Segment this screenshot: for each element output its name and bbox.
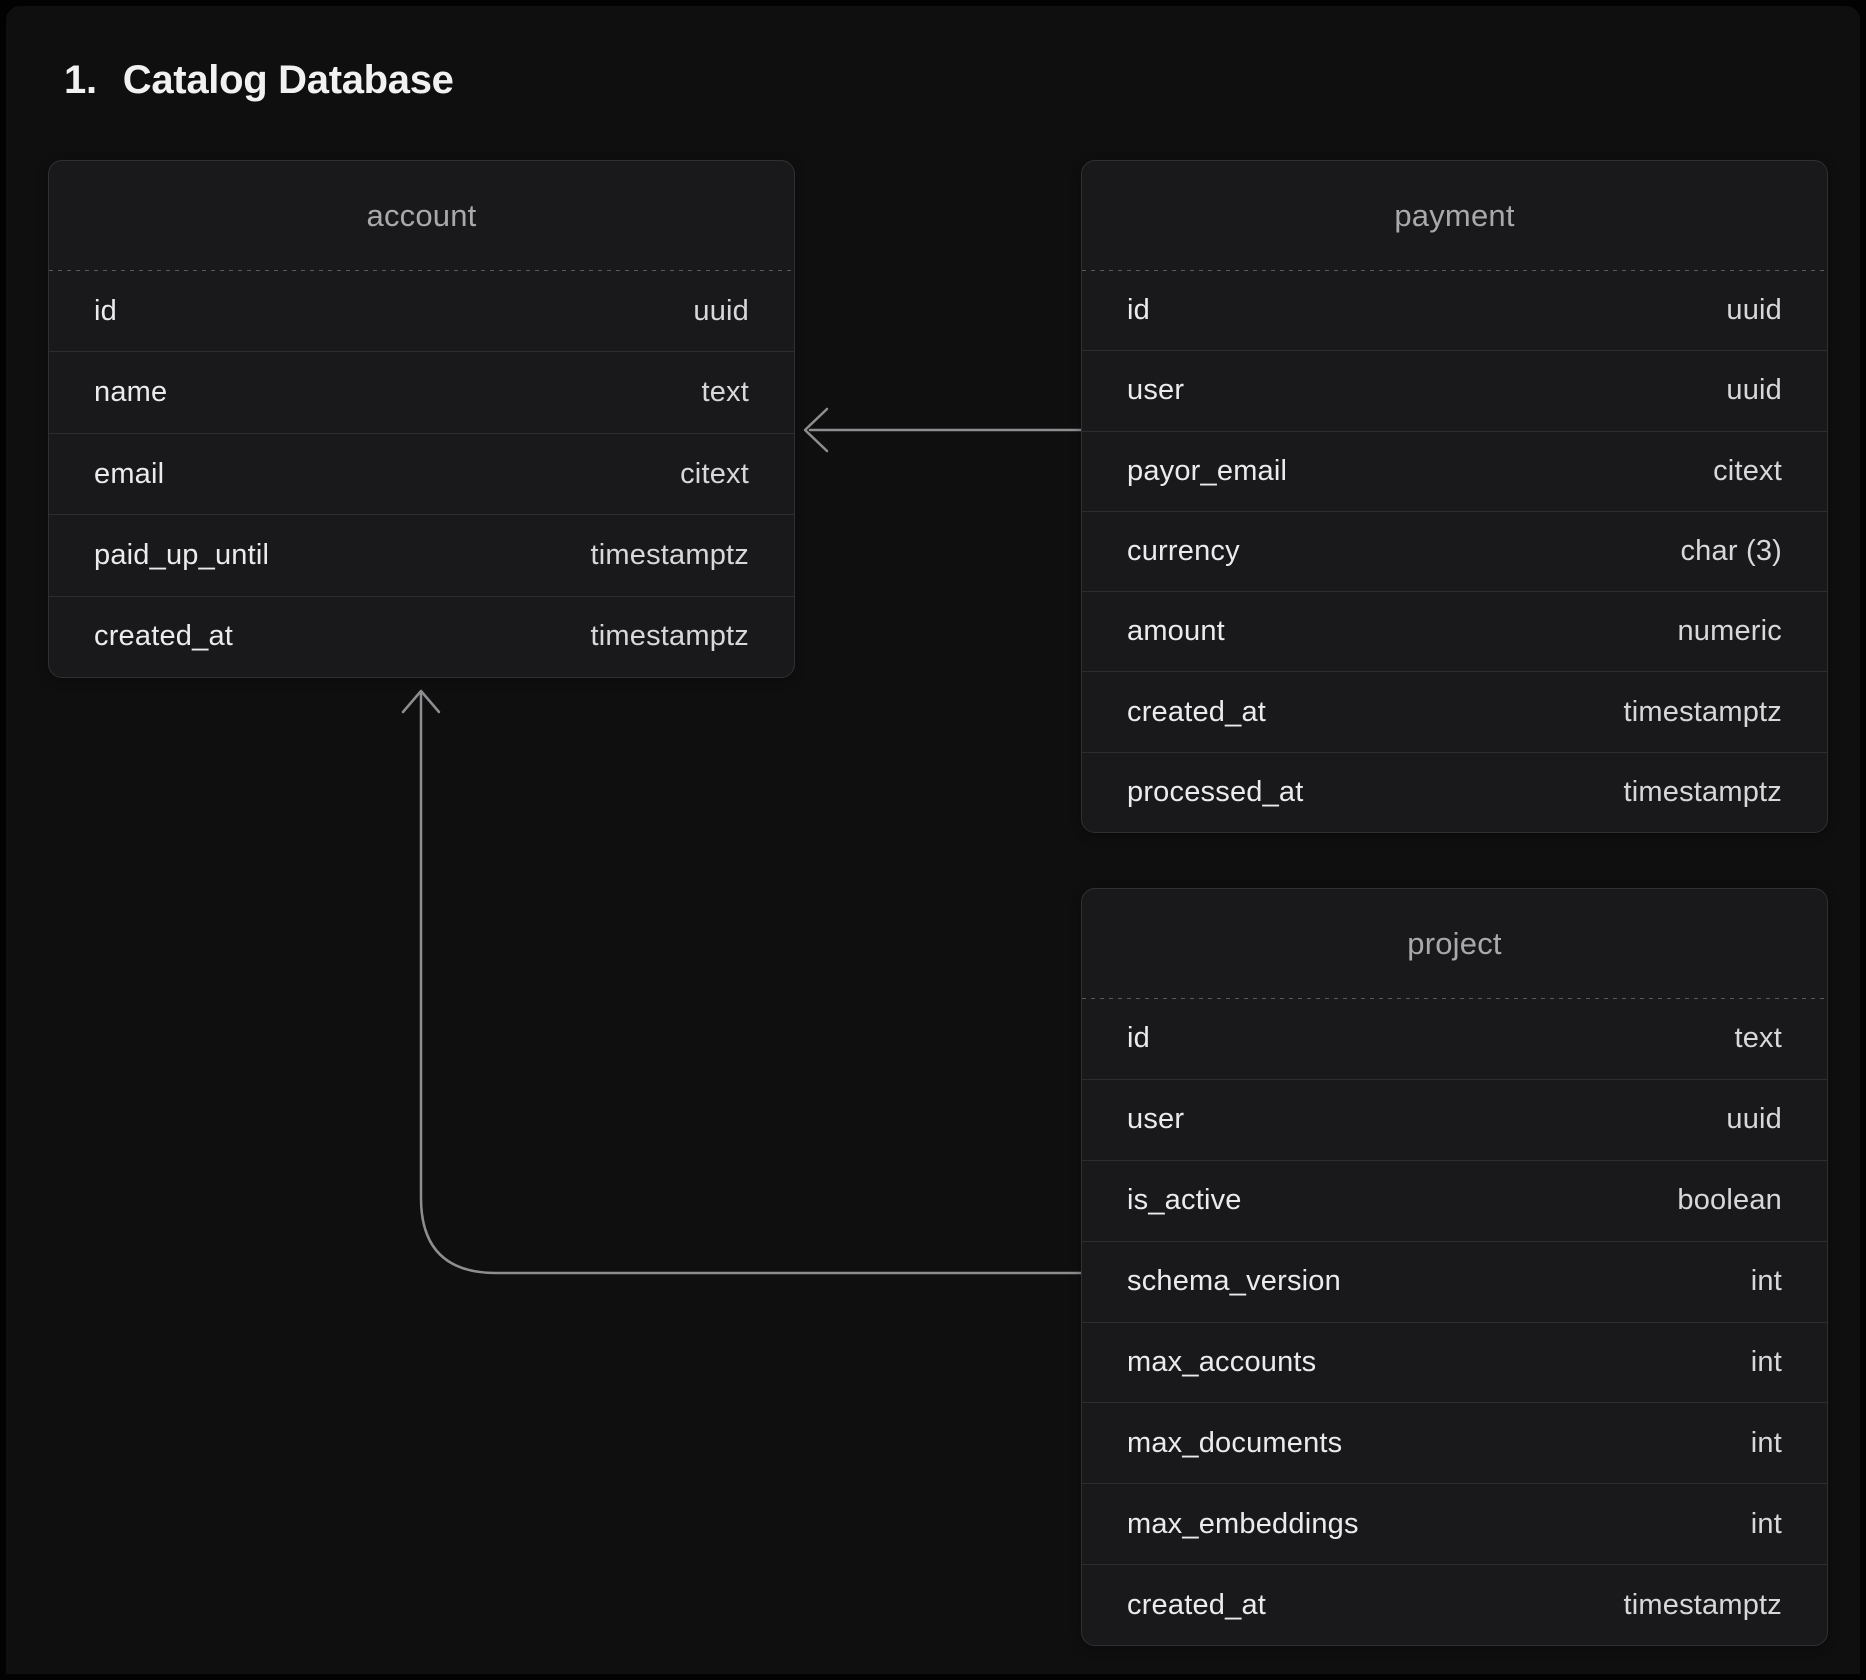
field-name: max_documents (1127, 1427, 1342, 1460)
field-name: max_accounts (1127, 1346, 1316, 1379)
field-type: boolean (1677, 1184, 1782, 1217)
table-row: is_active boolean (1082, 1160, 1827, 1241)
table-row: created_at timestamptz (1082, 1564, 1827, 1645)
field-name: id (1127, 1022, 1150, 1055)
table-row: user uuid (1082, 350, 1827, 430)
table-row: user uuid (1082, 1079, 1827, 1160)
table-row: payor_email citext (1082, 431, 1827, 511)
page-title-number: 1. (64, 56, 97, 104)
field-name: paid_up_until (94, 539, 269, 572)
field-type: timestamptz (1623, 1589, 1782, 1622)
field-name: payor_email (1127, 455, 1287, 488)
field-name: is_active (1127, 1184, 1242, 1217)
table-row: email citext (49, 433, 794, 514)
table-row: max_embeddings int (1082, 1483, 1827, 1564)
field-type: timestamptz (1623, 776, 1782, 809)
field-name: created_at (1127, 696, 1266, 729)
table-row: id text (1082, 999, 1827, 1079)
table-title: project (1082, 889, 1827, 999)
table-node-payment[interactable]: payment id uuid user uuid payor_email ci… (1081, 160, 1828, 833)
field-type: citext (680, 458, 749, 491)
field-type: int (1751, 1508, 1782, 1541)
arrowhead-up-icon (403, 691, 439, 712)
field-type: char (3) (1680, 535, 1782, 568)
table-row: currency char (3) (1082, 511, 1827, 591)
field-type: int (1751, 1346, 1782, 1379)
table-row: max_documents int (1082, 1402, 1827, 1483)
field-name: amount (1127, 615, 1225, 648)
table-rows: id uuid name text email citext paid_up_u… (49, 271, 794, 677)
field-type: int (1751, 1265, 1782, 1298)
field-name: created_at (94, 620, 233, 653)
field-type: timestamptz (590, 539, 749, 572)
table-row: created_at timestamptz (49, 596, 794, 677)
table-row: processed_at timestamptz (1082, 752, 1827, 832)
field-type: int (1751, 1427, 1782, 1460)
field-name: email (94, 458, 164, 491)
table-title: account (49, 161, 794, 271)
diagram-canvas: 1. Catalog Database account id uuid name… (6, 6, 1860, 1674)
table-rows: id text user uuid is_active boolean sche… (1082, 999, 1827, 1645)
table-row: id uuid (49, 271, 794, 351)
table-title: payment (1082, 161, 1827, 271)
page-title-text: Catalog Database (123, 56, 454, 104)
table-row: schema_version int (1082, 1241, 1827, 1322)
field-name: schema_version (1127, 1265, 1341, 1298)
table-row: amount numeric (1082, 591, 1827, 671)
field-name: user (1127, 374, 1184, 407)
arrowhead-left-icon (805, 409, 827, 451)
field-name: id (94, 295, 117, 328)
field-type: timestamptz (590, 620, 749, 653)
field-type: uuid (1726, 374, 1782, 407)
field-name: max_embeddings (1127, 1508, 1359, 1541)
field-name: processed_at (1127, 776, 1304, 809)
field-type: text (701, 376, 749, 409)
page-title: 1. Catalog Database (64, 56, 454, 104)
field-type: citext (1713, 455, 1782, 488)
field-type: uuid (1726, 294, 1782, 327)
table-node-account[interactable]: account id uuid name text email citext p… (48, 160, 795, 678)
field-type: text (1734, 1022, 1782, 1055)
field-name: id (1127, 294, 1150, 327)
relation-line-project-account (421, 694, 1081, 1273)
table-node-project[interactable]: project id text user uuid is_active bool… (1081, 888, 1828, 1646)
field-name: currency (1127, 535, 1240, 568)
field-type: uuid (693, 295, 749, 328)
field-type: uuid (1726, 1103, 1782, 1136)
table-row: name text (49, 351, 794, 432)
table-row: created_at timestamptz (1082, 671, 1827, 751)
field-type: numeric (1677, 615, 1782, 648)
table-rows: id uuid user uuid payor_email citext cur… (1082, 271, 1827, 832)
field-type: timestamptz (1623, 696, 1782, 729)
table-row: paid_up_until timestamptz (49, 514, 794, 595)
table-row: id uuid (1082, 271, 1827, 350)
field-name: name (94, 376, 167, 409)
table-row: max_accounts int (1082, 1322, 1827, 1403)
field-name: user (1127, 1103, 1184, 1136)
field-name: created_at (1127, 1589, 1266, 1622)
